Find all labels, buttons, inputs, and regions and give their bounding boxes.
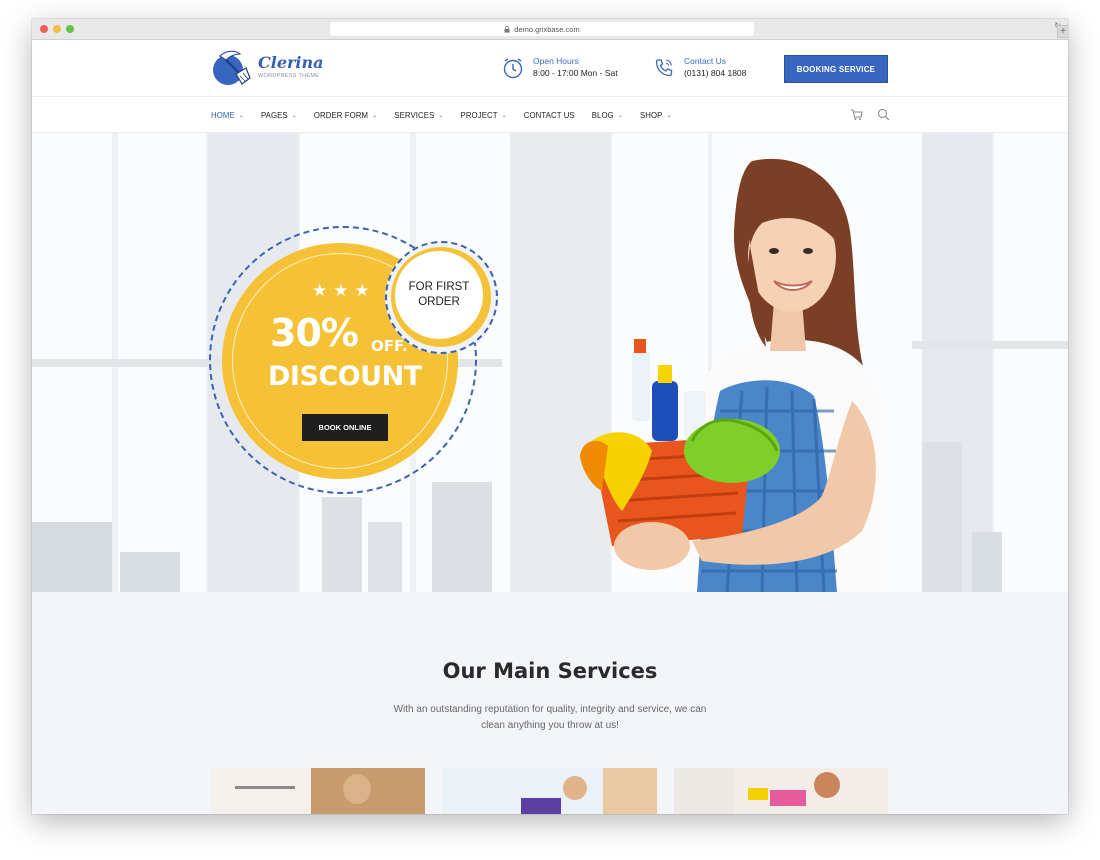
booking-service-button[interactable]: BOOKING SERVICE xyxy=(784,55,888,83)
book-online-button[interactable]: BOOK ONLINE xyxy=(302,414,388,441)
nav-item-services[interactable]: SERVICES ⌄ xyxy=(394,111,443,120)
chevron-down-icon: ⌄ xyxy=(438,112,444,119)
contact-phone[interactable]: (0131) 804 1808 xyxy=(684,67,746,79)
nav-menu: HOME ⌄ PAGES ⌄ ORDER FORM ⌄ SERVICES ⌄ PROJE… xyxy=(211,97,689,133)
cleaning-woman-image xyxy=(580,158,882,592)
new-tab-button[interactable]: + xyxy=(1057,25,1068,38)
first-order-label: FOR FIRST ORDER xyxy=(395,251,483,339)
discount-off-label: OFF. xyxy=(371,337,408,355)
site-logo[interactable]: Clerina WORDPRESS THEME xyxy=(210,46,324,88)
window-controls xyxy=(40,25,74,33)
glove-image xyxy=(521,798,561,814)
window-pane xyxy=(994,133,1068,592)
browser-window: demo.grixbase.com ↻ + Clerina WORDPRESS … xyxy=(32,19,1068,814)
glove-image xyxy=(770,790,806,806)
discount-label: DISCOUNT xyxy=(268,361,422,392)
chevron-down-icon: ⌄ xyxy=(238,112,244,119)
browser-toolbar: demo.grixbase.com ↻ xyxy=(32,19,1068,40)
phone-icon xyxy=(655,58,673,76)
brand-tagline: WORDPRESS THEME xyxy=(258,73,320,79)
nav-item-order-form[interactable]: ORDER FORM ⌄ xyxy=(314,111,377,120)
nav-item-shop[interactable]: SHOP ⌄ xyxy=(640,111,672,120)
city-skyline xyxy=(32,522,112,592)
service-card-image xyxy=(211,768,311,814)
url-text: demo.grixbase.com xyxy=(514,24,580,34)
service-card-window[interactable] xyxy=(443,768,657,814)
chevron-down-icon: ⌄ xyxy=(501,112,507,119)
contact-label: Contact Us xyxy=(684,56,727,66)
sponge-image xyxy=(748,788,768,800)
knife-rack-icon xyxy=(235,786,295,789)
nav-item-home[interactable]: HOME ⌄ xyxy=(211,111,244,120)
close-window-button[interactable] xyxy=(40,25,48,33)
rating-stars: ★★★ xyxy=(312,281,376,300)
window-frame xyxy=(912,341,1068,349)
person-image xyxy=(343,774,371,804)
brand-name: Clerina xyxy=(258,53,324,72)
maximize-window-button[interactable] xyxy=(66,25,74,33)
services-title: Our Main Services xyxy=(442,659,658,683)
person-image xyxy=(814,772,840,798)
service-card-image xyxy=(603,768,657,814)
nav-item-project[interactable]: PROJECT ⌄ xyxy=(461,111,507,120)
broom-logo-icon xyxy=(210,46,252,88)
city-skyline xyxy=(922,442,962,592)
city-skyline xyxy=(368,522,402,592)
nav-item-blog[interactable]: BLOG ⌄ xyxy=(592,111,623,120)
clock-icon xyxy=(503,57,523,78)
nav-item-pages[interactable]: PAGES ⌄ xyxy=(261,111,297,120)
nav-item-contact-us[interactable]: CONTACT US xyxy=(524,111,575,120)
service-card-cleaning[interactable] xyxy=(674,768,888,814)
minimize-window-button[interactable] xyxy=(53,25,61,33)
services-section: Our Main Services With an outstanding re… xyxy=(32,592,1068,814)
services-description: With an outstanding reputation for quali… xyxy=(393,704,707,731)
search-icon[interactable] xyxy=(877,108,890,121)
chevron-down-icon: ⌄ xyxy=(291,112,297,119)
open-hours-value: 8:00 - 17:00 Mon - Sat xyxy=(533,68,618,78)
city-skyline xyxy=(322,497,362,592)
nav-icons xyxy=(850,108,890,121)
hero-banner: ★★★ 30% OFF. DISCOUNT BOOK ONLINE FOR FI… xyxy=(32,133,1068,592)
person-image xyxy=(563,776,587,800)
service-card-kitchen[interactable] xyxy=(211,768,425,814)
address-bar[interactable]: demo.grixbase.com xyxy=(330,22,754,36)
site-header: Clerina WORDPRESS THEME Open Hours 8:00 … xyxy=(32,40,1068,97)
cart-icon[interactable] xyxy=(850,108,863,121)
chevron-down-icon: ⌄ xyxy=(666,112,672,119)
chevron-down-icon: ⌄ xyxy=(617,112,623,119)
city-skyline xyxy=(432,482,492,592)
city-skyline xyxy=(972,532,1002,592)
chevron-down-icon: ⌄ xyxy=(372,112,378,119)
contact-block: Contact Us (0131) 804 1808 xyxy=(653,56,746,79)
city-skyline xyxy=(120,552,180,592)
lock-icon xyxy=(504,25,510,33)
open-hours-block: Open Hours 8:00 - 17:00 Mon - Sat xyxy=(502,56,618,79)
main-nav: HOME ⌄ PAGES ⌄ ORDER FORM ⌄ SERVICES ⌄ PROJE… xyxy=(32,97,1068,133)
open-hours-label: Open Hours xyxy=(533,56,579,66)
discount-percent: 30% xyxy=(270,311,359,355)
